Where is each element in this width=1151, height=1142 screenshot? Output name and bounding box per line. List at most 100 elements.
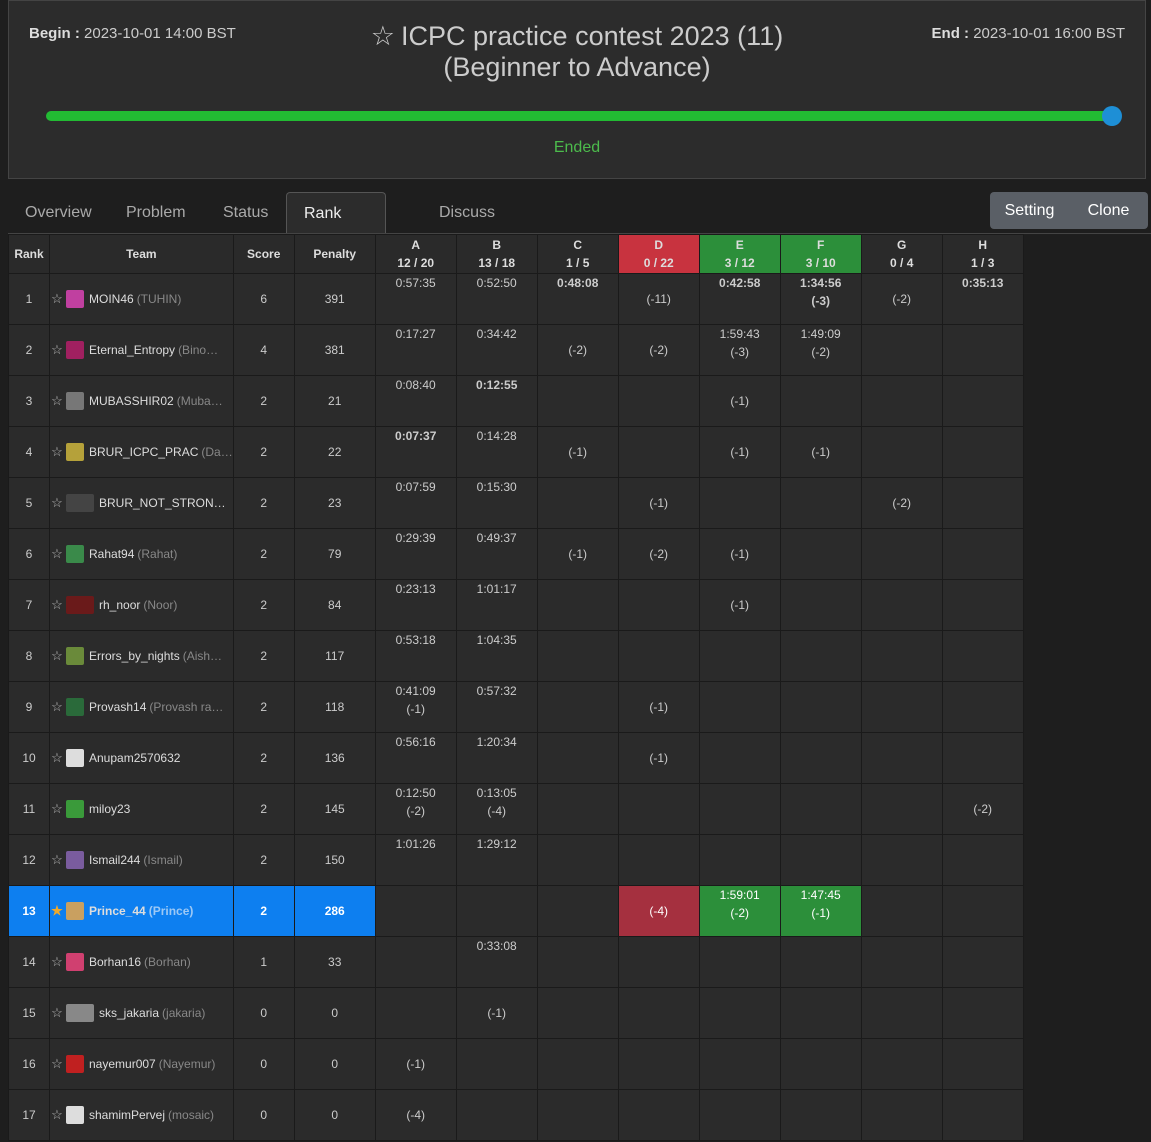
avatar[interactable] xyxy=(66,1004,94,1022)
problem-cell-d[interactable]: (-2) xyxy=(617,528,700,580)
problem-cell-b[interactable]: 0:14:28 xyxy=(455,426,538,478)
favorite-star-icon[interactable]: ★ xyxy=(50,903,64,919)
favorite-star-icon[interactable]: ☆ xyxy=(50,1005,64,1021)
star-icon[interactable]: ☆ xyxy=(371,21,395,51)
team-handle-link[interactable]: Rahat94 xyxy=(89,547,134,561)
problem-cell-d[interactable]: (-4) xyxy=(617,885,700,937)
problem-header-g[interactable]: G 0 / 4 xyxy=(860,234,943,274)
avatar[interactable] xyxy=(66,596,94,614)
avatar[interactable] xyxy=(66,1055,84,1073)
avatar[interactable] xyxy=(66,902,84,920)
problem-cell-e[interactable]: 1:59:43 (-3) xyxy=(698,324,781,376)
problem-cell-f[interactable]: 1:49:09 (-2) xyxy=(779,324,862,376)
team-handle-link[interactable]: BRUR_NOT_STRON… xyxy=(99,496,226,510)
problem-cell-e[interactable]: 1:59:01 (-2) xyxy=(698,885,781,937)
problem-cell-a[interactable]: 0:23:13 xyxy=(374,579,457,631)
team-handle-link[interactable]: Provash14 xyxy=(89,700,146,714)
avatar[interactable] xyxy=(66,494,94,512)
problem-cell-c[interactable]: 0:48:08 xyxy=(536,273,619,325)
problem-cell-h[interactable]: (-2) xyxy=(941,783,1024,835)
problem-cell-b[interactable]: 0:33:08 xyxy=(455,936,538,988)
favorite-star-icon[interactable]: ☆ xyxy=(50,954,64,970)
setting-button[interactable]: Setting xyxy=(990,192,1069,229)
team-handle-link[interactable]: Errors_by_nights xyxy=(89,649,180,663)
tab-problem[interactable]: Problem xyxy=(109,192,203,234)
problem-header-f[interactable]: F 3 / 10 xyxy=(779,234,862,274)
favorite-star-icon[interactable]: ☆ xyxy=(50,1107,64,1123)
team-handle-link[interactable]: BRUR_ICPC_PRAC xyxy=(89,445,198,459)
team-handle-link[interactable]: Eternal_Entropy xyxy=(89,343,175,357)
favorite-star-icon[interactable]: ☆ xyxy=(50,291,64,307)
favorite-star-icon[interactable]: ☆ xyxy=(50,546,64,562)
avatar[interactable] xyxy=(66,851,84,869)
progress-knob[interactable] xyxy=(1102,106,1122,126)
problem-cell-a[interactable]: 0:08:40 xyxy=(374,375,457,427)
problem-cell-e[interactable]: (-1) xyxy=(698,426,781,478)
favorite-star-icon[interactable]: ☆ xyxy=(50,495,64,511)
avatar[interactable] xyxy=(66,443,84,461)
favorite-star-icon[interactable]: ☆ xyxy=(50,597,64,613)
favorite-star-icon[interactable]: ☆ xyxy=(50,699,64,715)
favorite-star-icon[interactable]: ☆ xyxy=(50,1056,64,1072)
team-handle-link[interactable]: MUBASSHIR02 xyxy=(89,394,174,408)
col-rank[interactable]: Rank xyxy=(8,234,50,274)
problem-cell-a[interactable]: (-1) xyxy=(374,1038,457,1090)
problem-cell-d[interactable]: (-1) xyxy=(617,681,700,733)
problem-cell-g[interactable]: (-2) xyxy=(860,273,943,325)
problem-cell-b[interactable]: 0:34:42 xyxy=(455,324,538,376)
avatar[interactable] xyxy=(66,953,84,971)
problem-cell-b[interactable]: (-1) xyxy=(455,987,538,1039)
team-handle-link[interactable]: nayemur007 xyxy=(89,1057,156,1071)
problem-cell-c[interactable]: (-1) xyxy=(536,528,619,580)
avatar[interactable] xyxy=(66,749,84,767)
problem-header-h[interactable]: H 1 / 3 xyxy=(941,234,1024,274)
team-handle-link[interactable]: MOIN46 xyxy=(89,292,134,306)
team-handle-link[interactable]: Borhan16 xyxy=(89,955,141,969)
problem-cell-a[interactable]: 0:29:39 xyxy=(374,528,457,580)
avatar[interactable] xyxy=(66,1106,84,1124)
problem-header-d[interactable]: D 0 / 22 xyxy=(617,234,700,274)
team-handle-link[interactable]: Prince_44 xyxy=(89,904,146,918)
problem-cell-b[interactable]: 1:20:34 xyxy=(455,732,538,784)
problem-cell-a[interactable]: (-4) xyxy=(374,1089,457,1141)
favorite-star-icon[interactable]: ☆ xyxy=(50,393,64,409)
problem-cell-b[interactable]: 0:49:37 xyxy=(455,528,538,580)
avatar[interactable] xyxy=(66,341,84,359)
clone-button[interactable]: Clone xyxy=(1069,192,1148,229)
problem-cell-a[interactable]: 0:12:50 (-2) xyxy=(374,783,457,835)
problem-cell-d[interactable]: (-1) xyxy=(617,477,700,529)
problem-cell-f[interactable]: (-1) xyxy=(779,426,862,478)
team-handle-link[interactable]: rh_noor xyxy=(99,598,140,612)
team-handle-link[interactable]: Ismail244 xyxy=(89,853,140,867)
tab-discuss[interactable]: Discuss xyxy=(422,192,512,234)
problem-cell-d[interactable]: (-1) xyxy=(617,732,700,784)
problem-cell-e[interactable]: (-1) xyxy=(698,375,781,427)
problem-cell-a[interactable]: 0:17:27 xyxy=(374,324,457,376)
problem-cell-f[interactable]: 1:34:56 (-3) xyxy=(779,273,862,325)
team-handle-link[interactable]: Anupam2570632 xyxy=(89,751,180,765)
avatar[interactable] xyxy=(66,392,84,410)
problem-cell-b[interactable]: 1:01:17 xyxy=(455,579,538,631)
problem-cell-b[interactable]: 0:15:30 xyxy=(455,477,538,529)
col-penalty[interactable]: Penalty xyxy=(293,234,376,274)
problem-cell-a[interactable]: 0:57:35 xyxy=(374,273,457,325)
avatar[interactable] xyxy=(66,545,84,563)
problem-header-e[interactable]: E 3 / 12 xyxy=(698,234,781,274)
problem-cell-c[interactable]: (-2) xyxy=(536,324,619,376)
problem-cell-a[interactable]: 0:56:16 xyxy=(374,732,457,784)
problem-cell-f[interactable]: 1:47:45 (-1) xyxy=(779,885,862,937)
problem-cell-b[interactable]: 0:52:50 xyxy=(455,273,538,325)
problem-header-b[interactable]: B 13 / 18 xyxy=(455,234,538,274)
avatar[interactable] xyxy=(66,698,84,716)
avatar[interactable] xyxy=(66,647,84,665)
problem-cell-e[interactable]: (-1) xyxy=(698,528,781,580)
problem-cell-d[interactable]: (-11) xyxy=(617,273,700,325)
col-score[interactable]: Score xyxy=(232,234,295,274)
favorite-star-icon[interactable]: ☆ xyxy=(50,801,64,817)
favorite-star-icon[interactable]: ☆ xyxy=(50,648,64,664)
tab-status[interactable]: Status xyxy=(206,192,285,234)
problem-cell-b[interactable]: 1:29:12 xyxy=(455,834,538,886)
problem-cell-e[interactable]: 0:42:58 xyxy=(698,273,781,325)
avatar[interactable] xyxy=(66,800,84,818)
problem-cell-e[interactable]: (-1) xyxy=(698,579,781,631)
